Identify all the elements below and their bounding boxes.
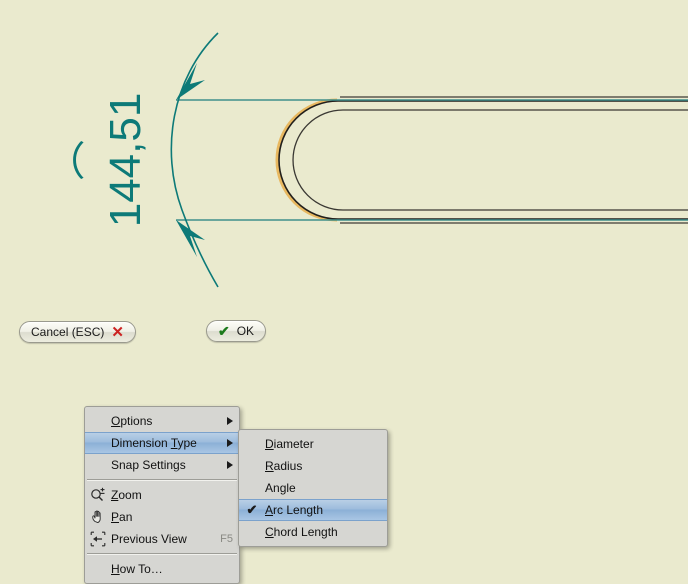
- menu-item-label: Zoom: [111, 488, 142, 502]
- submenu-item-arc-length[interactable]: ✔ Arc Length: [239, 499, 387, 521]
- menu-item-snap-settings[interactable]: Snap Settings: [85, 454, 239, 476]
- check-icon: ✔: [217, 323, 230, 339]
- submenu-arrow-icon: [227, 417, 233, 425]
- menu-item-label: Radius: [265, 459, 303, 473]
- menu-item-label: Options: [111, 414, 153, 428]
- slot-outline: [275, 96, 688, 224]
- submenu-arrow-icon: [227, 439, 233, 447]
- submenu-item-angle[interactable]: Angle: [239, 477, 387, 499]
- menu-item-dimension-type[interactable]: Dimension Type: [85, 432, 239, 454]
- pan-hand-icon: [85, 509, 111, 525]
- previous-view-icon: [85, 531, 111, 547]
- menu-item-shortcut: F5: [220, 533, 233, 545]
- menu-item-label: Pan: [111, 510, 133, 524]
- pan-hand-icon: [92, 510, 101, 524]
- submenu-item-diameter[interactable]: Diameter: [239, 433, 387, 455]
- menu-item-label: How To…: [111, 562, 163, 576]
- slot-inner-contour: [292, 109, 688, 211]
- menu-item-label: Dimension Type: [111, 436, 197, 450]
- dimension-extension-lines: [176, 99, 688, 221]
- menu-item-label: Chord Length: [265, 525, 338, 539]
- dimension-arc-line[interactable]: [170, 32, 219, 288]
- submenu-item-chord-length[interactable]: Chord Length: [239, 521, 387, 543]
- menu-separator: [87, 553, 237, 555]
- zoom-magnifier-icon: [91, 487, 105, 501]
- submenu-arrow-icon: [227, 461, 233, 469]
- menu-item-label: Diameter: [265, 437, 314, 451]
- menu-item-pan[interactable]: Pan: [85, 506, 239, 528]
- menu-separator: [87, 479, 237, 481]
- menu-item-options[interactable]: Options: [85, 410, 239, 432]
- close-x-icon: ✕: [111, 323, 124, 341]
- menu-item-label: Arc Length: [265, 503, 324, 517]
- arc-length-symbol: ⌒: [72, 140, 116, 180]
- menu-item-zoom[interactable]: Zoom: [85, 484, 239, 506]
- menu-item-how-to[interactable]: How To…: [85, 558, 239, 580]
- menu-item-label: Previous View: [111, 532, 187, 546]
- arrowhead-bottom: [176, 220, 205, 257]
- previous-view-icon: [90, 531, 106, 547]
- slot-outer-contour: [278, 100, 688, 220]
- highlighted-arc-edge: [275, 98, 338, 222]
- ok-button-label: OK: [236, 324, 255, 338]
- context-menu[interactable]: Options Dimension Type Snap Settings Zoom Pa…: [84, 406, 240, 584]
- menu-item-label: Snap Settings: [111, 458, 186, 472]
- menu-item-previous-view[interactable]: Previous View F5: [85, 528, 239, 550]
- cancel-button[interactable]: Cancel (ESC) ✕: [19, 321, 136, 343]
- submenu-item-radius[interactable]: Radius: [239, 455, 387, 477]
- ok-button[interactable]: ✔ OK: [206, 320, 266, 342]
- dimension-type-submenu[interactable]: Diameter Radius Angle ✔ Arc Length Chord Leng…: [238, 429, 388, 547]
- menu-item-label: Angle: [265, 481, 296, 495]
- dimension-text-group[interactable]: 144,51 ⌒: [72, 93, 150, 228]
- zoom-magnifier-icon: [85, 487, 111, 503]
- cancel-button-label: Cancel (ESC): [31, 325, 105, 339]
- checkmark-icon: ✔: [246, 502, 258, 517]
